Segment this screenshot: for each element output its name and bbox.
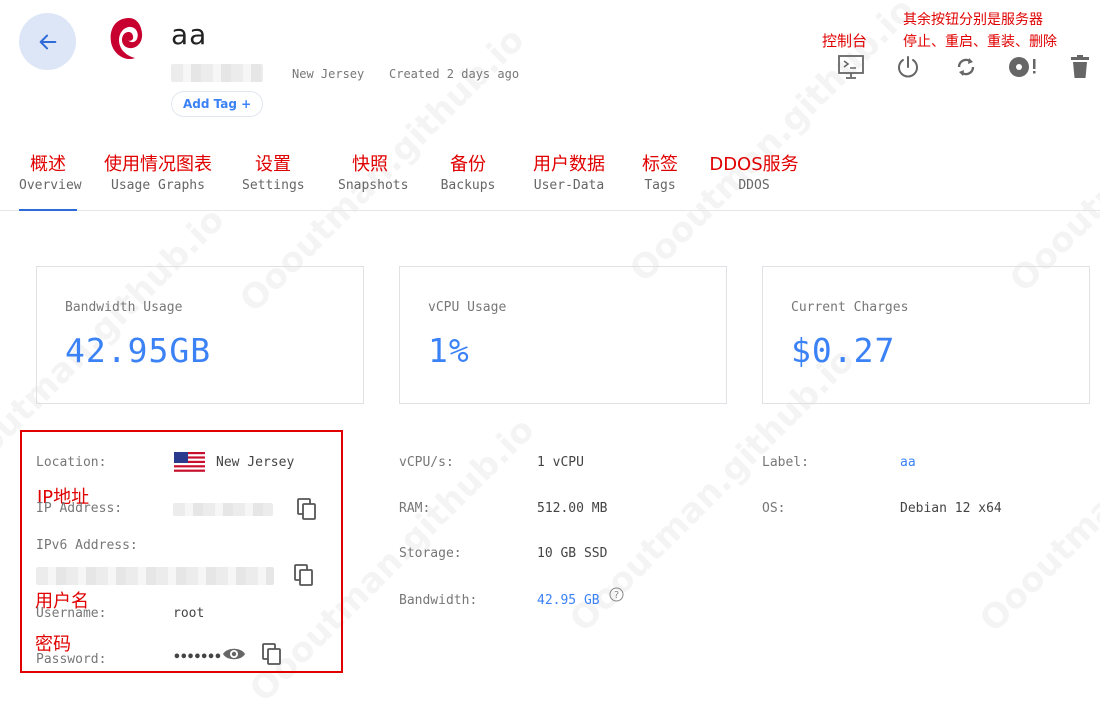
server-created: Created 2 days ago xyxy=(389,67,520,81)
vcpu-card-label: vCPU Usage xyxy=(428,300,507,315)
server-ip-redacted xyxy=(171,64,263,82)
storage-label: Storage: xyxy=(399,546,462,561)
tab-tags-en: Tags xyxy=(644,178,676,193)
bandwidth-card-value: 42.95GB xyxy=(65,331,212,370)
tab-settings[interactable]: 设置 Settings xyxy=(242,150,305,193)
ram-label: RAM: xyxy=(399,501,431,516)
annotation-buttons-line2: 停止、重启、重装、删除 xyxy=(903,34,1057,50)
reinstall-button[interactable] xyxy=(1008,52,1038,82)
console-icon xyxy=(838,55,864,79)
ip-address-label: IP Address: xyxy=(36,501,123,516)
tab-overview[interactable]: 概述 Overview xyxy=(19,150,82,193)
tab-ddos-en: DDOS xyxy=(738,178,770,193)
os-value: Debian 12 x64 xyxy=(900,501,1002,516)
storage-value: 10 GB SSD xyxy=(537,546,608,561)
server-location: New Jersey xyxy=(292,67,365,81)
tab-ddos-cn: DDOS服务 xyxy=(709,154,799,175)
restart-button[interactable] xyxy=(951,52,981,82)
svg-text:?: ? xyxy=(614,590,619,601)
bandwidth-card-label: Bandwidth Usage xyxy=(65,300,183,315)
tab-snapshots[interactable]: 快照 Snapshots xyxy=(338,150,409,193)
charges-card-value: $0.27 xyxy=(791,331,896,370)
tab-user-data-en: User-Data xyxy=(533,178,605,193)
username-label: Username: xyxy=(36,606,107,621)
ip-address-redacted xyxy=(173,503,273,516)
label-value-link[interactable]: aa xyxy=(900,455,916,470)
vcpu-card: vCPU Usage 1% xyxy=(399,266,727,404)
charges-card: Current Charges $0.27 xyxy=(762,266,1090,404)
username-value: root xyxy=(173,606,205,621)
annotation-buttons-line1: 其余按钮分别是服务器 xyxy=(903,12,1043,28)
tab-overview-cn: 概述 xyxy=(30,154,66,175)
add-tag-button[interactable]: Add Tag + xyxy=(171,91,264,117)
tab-user-data-cn: 用户数据 xyxy=(533,154,605,175)
os-label: OS: xyxy=(762,501,786,516)
tab-tags-cn: 标签 xyxy=(642,154,678,175)
password-label: Password: xyxy=(36,652,107,667)
trash-icon xyxy=(1071,55,1089,78)
reinstall-icon xyxy=(1009,57,1036,77)
ipv6-address-label: IPv6 Address: xyxy=(36,538,138,553)
tab-usage-graphs-cn: 使用情况图表 xyxy=(104,154,212,175)
back-button[interactable] xyxy=(19,13,76,70)
label-label: Label: xyxy=(762,455,809,470)
tab-backups-cn: 备份 xyxy=(450,154,486,175)
tab-overview-en: Overview xyxy=(19,178,82,193)
tab-backups[interactable]: 备份 Backups xyxy=(439,150,497,193)
vcpu-label: vCPU/s: xyxy=(399,455,454,470)
tab-ddos[interactable]: DDOS服务 DDOS xyxy=(705,150,803,193)
tabs-divider xyxy=(0,210,1100,211)
tab-user-data[interactable]: 用户数据 User-Data xyxy=(527,150,611,193)
annotation-console: 控制台 xyxy=(822,32,868,50)
active-tab-indicator xyxy=(19,209,77,211)
tab-snapshots-cn: 快照 xyxy=(352,154,388,175)
ram-value: 512.00 MB xyxy=(537,501,608,516)
vcpu-card-value: 1% xyxy=(428,331,470,370)
bandwidth-value-link[interactable]: 42.95 GB xyxy=(537,593,600,608)
copy-password-icon[interactable] xyxy=(261,642,283,666)
vcpu-value: 1 vCPU xyxy=(537,455,584,470)
password-value: ••••••• xyxy=(173,650,222,665)
help-icon[interactable]: ? xyxy=(609,587,624,602)
bandwidth-card: Bandwidth Usage 42.95GB xyxy=(36,266,364,404)
location-value: New Jersey xyxy=(216,455,295,470)
tab-snapshots-en: Snapshots xyxy=(338,178,409,193)
watermark: Oooutman.github.io xyxy=(622,0,922,290)
tab-backups-en: Backups xyxy=(440,178,496,193)
tab-settings-en: Settings xyxy=(242,178,305,193)
location-label: Location: xyxy=(36,455,107,470)
tab-usage-graphs-en: Usage Graphs xyxy=(111,178,205,193)
show-password-icon[interactable] xyxy=(222,644,246,664)
restart-icon xyxy=(957,58,975,76)
copy-ip-icon[interactable] xyxy=(296,497,318,521)
console-button[interactable] xyxy=(836,52,866,82)
tab-tags[interactable]: 标签 Tags xyxy=(638,150,682,193)
tab-usage-graphs[interactable]: 使用情况图表 Usage Graphs xyxy=(97,150,219,193)
bandwidth-label: Bandwidth: xyxy=(399,593,478,608)
delete-button[interactable] xyxy=(1065,52,1095,82)
debian-logo xyxy=(110,18,143,60)
tab-settings-cn: 设置 xyxy=(255,154,291,175)
arrow-left-icon xyxy=(39,34,56,49)
copy-ipv6-icon[interactable] xyxy=(293,563,315,587)
us-flag-icon xyxy=(174,452,205,474)
power-icon xyxy=(898,56,918,78)
charges-card-label: Current Charges xyxy=(791,300,909,315)
server-name: aa xyxy=(171,18,208,51)
ipv6-address-redacted xyxy=(36,567,274,585)
stop-button[interactable] xyxy=(893,52,923,82)
